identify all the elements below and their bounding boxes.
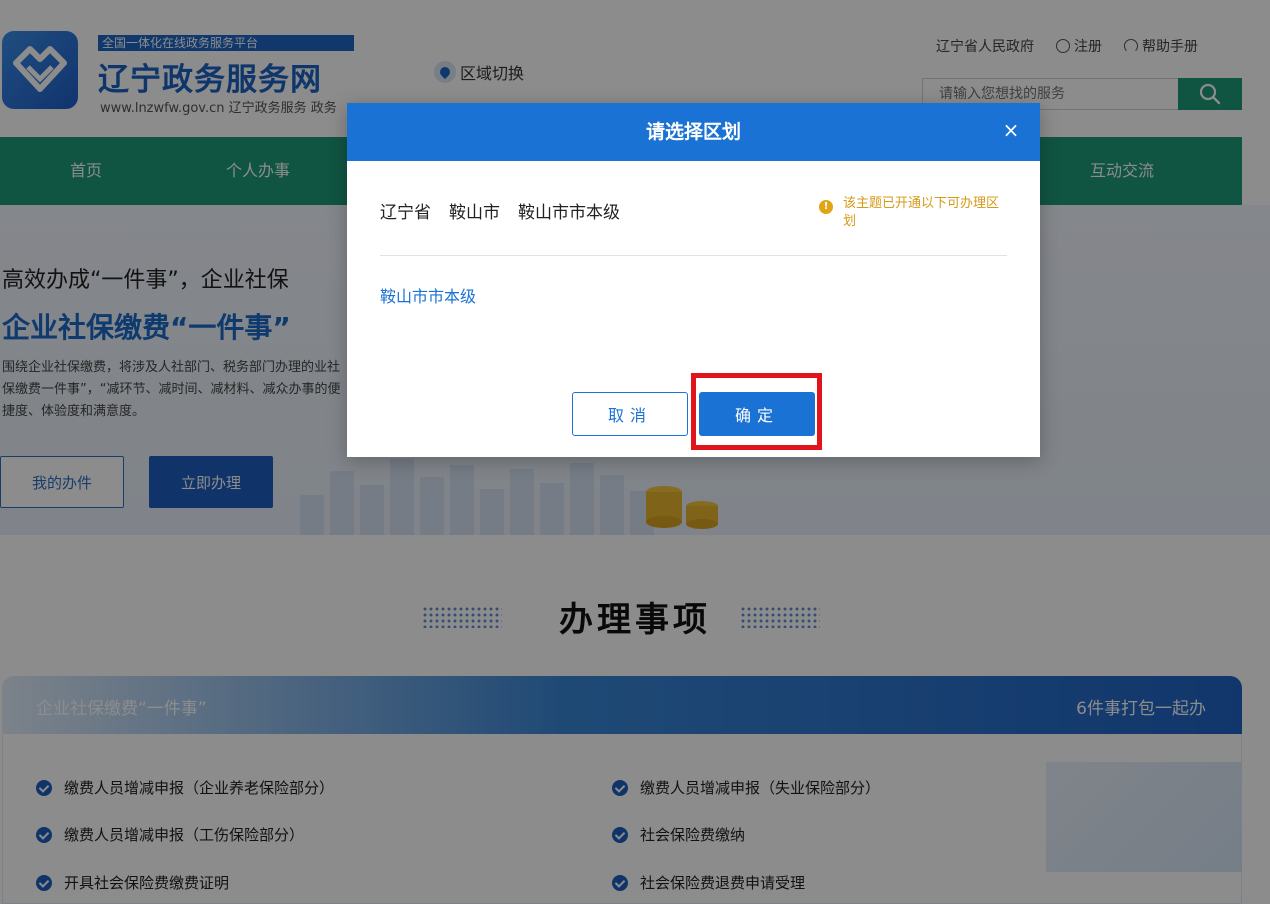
cancel-button[interactable]: 取消 <box>572 392 688 436</box>
warning-icon: ! <box>819 200 833 214</box>
region-select-dialog: 请选择区划 × 辽宁省 鞍山市 鞍山市市本级 ! 该主题已开通以下可办理区划 鞍… <box>347 103 1040 457</box>
region-breadcrumb: 辽宁省 鞍山市 鞍山市市本级 <box>380 198 620 223</box>
notice-text: 该主题已开通以下可办理区划 <box>843 196 1000 229</box>
region-option[interactable]: 鞍山市市本级 <box>380 283 476 307</box>
dialog-divider <box>380 255 1007 256</box>
crumb-city[interactable]: 鞍山市 <box>449 198 500 223</box>
confirm-button[interactable]: 确定 <box>699 392 815 436</box>
dialog-header: 请选择区划 × <box>347 103 1040 161</box>
crumb-district[interactable]: 鞍山市市本级 <box>518 198 620 223</box>
crumb-province[interactable]: 辽宁省 <box>380 198 431 223</box>
close-icon[interactable]: × <box>1000 119 1022 141</box>
region-notice: ! 该主题已开通以下可办理区划 <box>819 195 999 231</box>
dialog-title: 请选择区划 <box>645 121 741 143</box>
